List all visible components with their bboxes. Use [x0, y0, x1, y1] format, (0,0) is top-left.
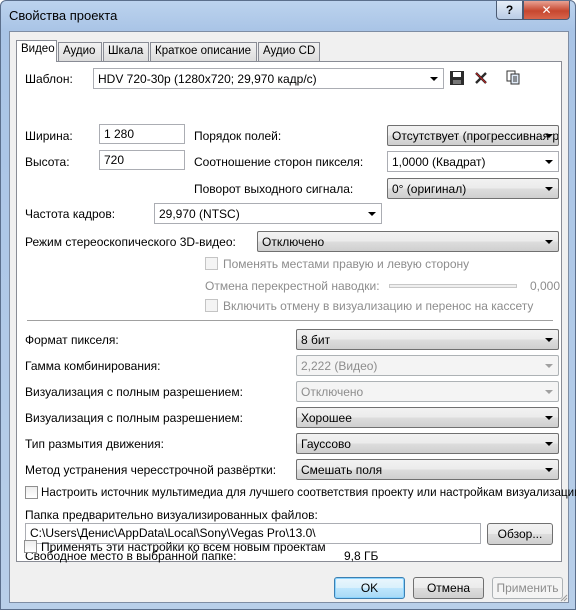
pixel-format-label: Формат пикселя: [25, 333, 119, 347]
help-icon: ? [505, 3, 514, 17]
template-value: HDV 720-30p (1280x720; 29,970 кадр/с) [98, 72, 317, 86]
full-res-label-2: Визуализация с полным разрешением: [25, 411, 243, 425]
motion-blur-combo[interactable]: Гауссово [296, 433, 559, 454]
field-order-combo[interactable]: Отсутствует (прогрессивная р [387, 125, 559, 146]
chevron-down-icon [545, 240, 553, 244]
crosstalk-slider[interactable] [389, 284, 517, 288]
frame-rate-value: 29,970 (NTSC) [159, 207, 240, 221]
apply-all-label: Применять эти настройки ко всем новым пр… [41, 540, 326, 554]
chevron-down-icon [545, 390, 553, 394]
pixel-format-combo[interactable]: 8 бит [296, 329, 559, 350]
chevron-down-icon [430, 77, 438, 81]
close-icon: ✕ [541, 3, 552, 17]
stereo3d-label: Режим стереоскопического 3D-видео: [25, 235, 236, 249]
help-button[interactable]: ? [496, 1, 523, 20]
deinterlace-combo[interactable]: Смешать поля [296, 459, 559, 480]
tab-summary[interactable]: Краткое описание [150, 42, 257, 61]
window-title: Свойства проекта [9, 8, 118, 23]
pixel-aspect-label: Соотношение сторон пикселя: [194, 155, 364, 169]
height-input[interactable]: 720 [99, 150, 185, 170]
height-label: Высота: [25, 155, 70, 169]
field-order-label: Порядок полей: [194, 129, 282, 143]
adapt-media-checkbox[interactable] [25, 486, 38, 499]
field-order-value: Отсутствует (прогрессивная р [392, 129, 559, 143]
crosstalk-label: Отмена перекрестной наводки: [205, 279, 380, 293]
divider [27, 320, 553, 322]
ok-button[interactable]: OK [334, 577, 405, 599]
resize-grip-icon[interactable] [558, 592, 568, 602]
swap-sides-checkbox[interactable] [205, 257, 218, 270]
full-res-combo-2[interactable]: Хорошее [296, 407, 559, 428]
save-icon[interactable] [449, 70, 465, 86]
apply-button[interactable]: Применить [492, 577, 563, 599]
apply-all-checkbox[interactable] [24, 540, 37, 553]
gamma-label: Гамма комбинирования: [25, 359, 161, 373]
chevron-down-icon [545, 364, 553, 368]
full-res-value-2: Хорошее [301, 411, 352, 425]
template-label: Шаблон: [25, 72, 73, 86]
free-space-value: 9,8 ГБ [344, 549, 379, 563]
frame-rate-label: Частота кадров: [25, 207, 116, 221]
title-bar[interactable]: Свойства проекта ? ✕ [1, 1, 575, 31]
output-rotation-label: Поворот выходного сигнала: [194, 182, 354, 196]
width-input[interactable]: 1 280 [99, 124, 185, 144]
full-res-value-1: Отключено [301, 385, 364, 399]
gamma-value: 2,222 (Видео) [301, 359, 378, 373]
tab-video[interactable]: Видео [16, 40, 57, 62]
render-cancel-checkbox[interactable] [205, 299, 218, 312]
dialog-body: Видео Аудио Шкала Краткое описание Аудио… [9, 31, 576, 603]
chevron-down-icon [545, 134, 553, 138]
chevron-down-icon [545, 187, 553, 191]
stereo3d-value: Отключено [262, 235, 325, 249]
tab-audio[interactable]: Аудио [58, 42, 102, 61]
pixel-aspect-value: 1,0000 (Квадрат) [392, 155, 486, 169]
chevron-down-icon [545, 416, 553, 420]
motion-blur-value: Гауссово [301, 437, 351, 451]
chevron-down-icon [545, 338, 553, 342]
width-label: Ширина: [25, 129, 73, 143]
output-rotation-combo[interactable]: 0° (оригинал) [387, 178, 559, 199]
swap-sides-label: Поменять местами правую и левую сторону [223, 257, 470, 271]
video-settings-panel: Шаблон: HDV 720-30p (1280x720; 29,970 ка… [16, 61, 576, 563]
pixel-format-value: 8 бит [301, 333, 331, 347]
render-cancel-label: Включить отмену в визуализацию и перенос… [223, 299, 534, 313]
template-combo[interactable]: HDV 720-30p (1280x720; 29,970 кадр/с) [93, 68, 444, 89]
tab-ruler[interactable]: Шкала [103, 42, 149, 61]
chevron-down-icon [545, 442, 553, 446]
adapt-media-label: Настроить источник мультимедиа для лучше… [41, 486, 576, 499]
deinterlace-value: Смешать поля [301, 463, 383, 477]
pixel-aspect-combo[interactable]: 1,0000 (Квадрат) [387, 151, 559, 172]
stereo3d-combo[interactable]: Отключено [257, 231, 559, 252]
chevron-down-icon [545, 468, 553, 472]
dialog-window: Свойства проекта ? ✕ Видео Аудио Шкала К… [0, 0, 576, 610]
motion-blur-label: Тип размытия движения: [25, 437, 164, 451]
full-res-combo-1[interactable]: Отключено [296, 381, 559, 402]
chevron-down-icon [368, 212, 376, 216]
crosstalk-value: 0,000 [530, 279, 561, 293]
tab-audio-cd[interactable]: Аудио CD [258, 42, 320, 61]
cancel-button[interactable]: Отмена [413, 577, 484, 599]
browse-button[interactable]: Обзор... [487, 523, 553, 545]
gamma-combo[interactable]: 2,222 (Видео) [296, 355, 559, 376]
chevron-down-icon [545, 160, 553, 164]
prerender-folder-label: Папка предварительно визуализированных ф… [25, 508, 318, 522]
match-media-icon[interactable] [505, 69, 521, 85]
full-res-label-1: Визуализация с полным разрешением: [25, 385, 243, 399]
frame-rate-combo[interactable]: 29,970 (NTSC) [154, 203, 382, 224]
delete-icon[interactable] [473, 70, 489, 86]
deinterlace-label: Метод устранения чересстрочной развёртки… [25, 463, 277, 477]
output-rotation-value: 0° (оригинал) [392, 182, 467, 196]
close-button[interactable]: ✕ [523, 1, 570, 20]
